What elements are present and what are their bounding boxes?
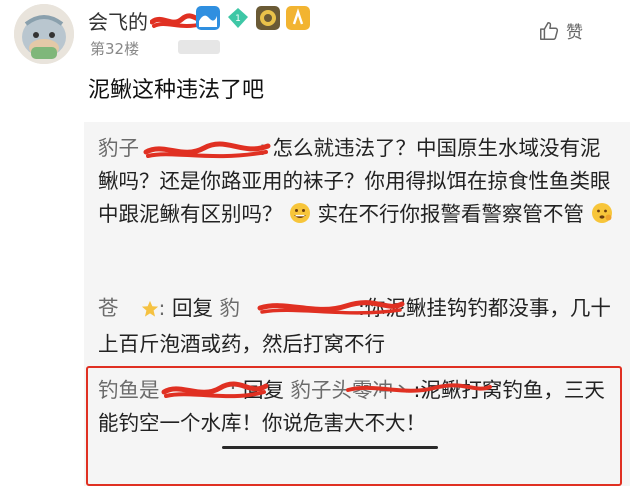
user-badges: 1 (196, 6, 310, 30)
reply-nick[interactable]: 苍 (98, 296, 119, 320)
shrug-emoji-icon (591, 201, 613, 234)
level-badge-icon (256, 6, 280, 30)
reply-item[interactable]: 苍: 回复 豹:你泥鳅挂钩钓都没事，几十上百斤泡酒或药，然后打窝不行 (98, 292, 618, 361)
grin-emoji-icon (289, 201, 311, 234)
floor-number: 第32楼 (90, 40, 140, 58)
blurred-meta (178, 40, 220, 54)
reply-text-2: 实在不行你报警看警察管不管 (317, 202, 585, 226)
star-emoji-icon (141, 295, 159, 328)
reply-label: 回复 (171, 296, 213, 320)
hand-underline (222, 446, 438, 449)
reply-sep: : (259, 136, 266, 160)
yellow-badge-icon (286, 6, 310, 30)
reply-sep: : (158, 296, 166, 320)
reply-to-nick[interactable]: 豹 (219, 296, 240, 320)
reply-nick[interactable]: 豹子 (98, 136, 139, 160)
wave-badge-icon (196, 6, 220, 30)
post-content: 泥鳅这种违法了吧 (88, 78, 265, 103)
highlight-frame (86, 366, 622, 486)
reply-item[interactable]: 豹子: 怎么就违法了？中国原生水域没有泥鳅吗？还是你路亚用的袜子？你用得拟饵在掠… (98, 132, 618, 234)
avatar[interactable] (14, 4, 74, 64)
diamond-badge-icon: 1 (226, 6, 250, 30)
svg-text:1: 1 (235, 14, 241, 24)
like-button[interactable]: 赞 (538, 18, 583, 43)
like-label: 赞 (566, 23, 583, 43)
username[interactable]: 会飞的 (88, 6, 148, 35)
thumb-up-icon (540, 21, 559, 40)
